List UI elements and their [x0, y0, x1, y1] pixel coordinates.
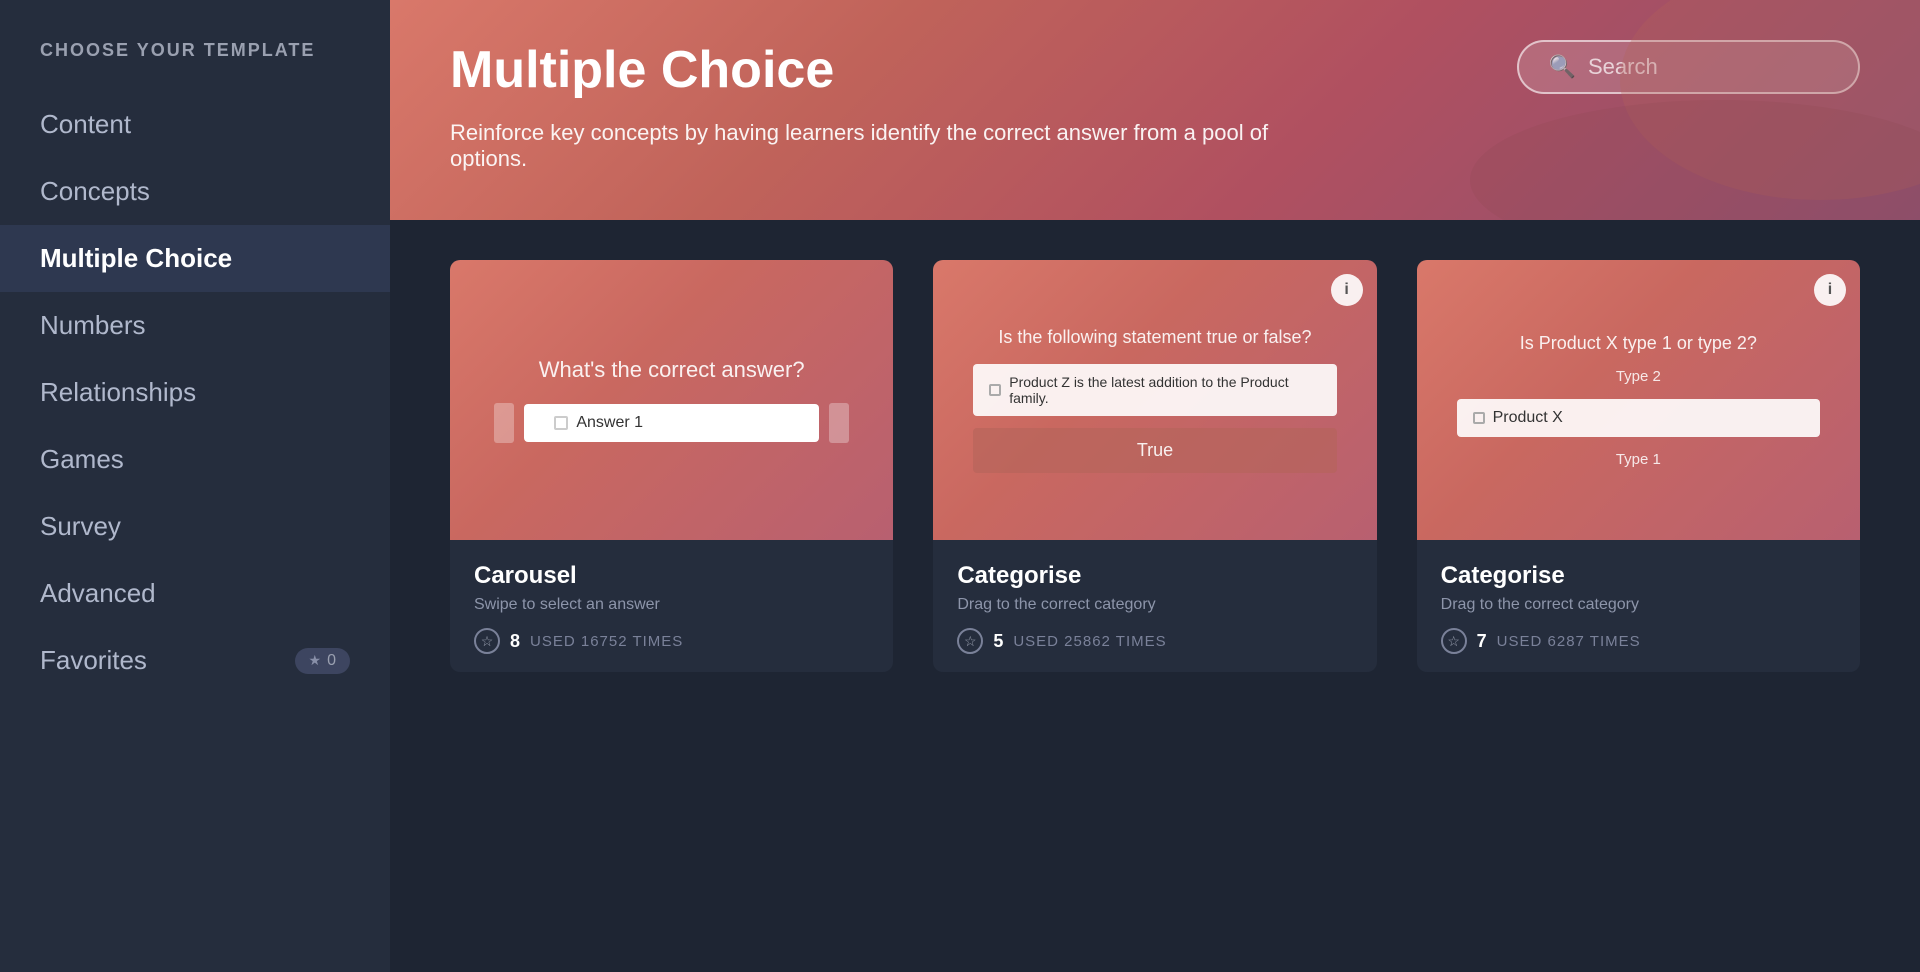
template-grid-area: What's the correct answer? Answer 1	[390, 220, 1920, 972]
card-meta: ☆ 5 USED 25862 TIMES	[957, 628, 1352, 654]
cat2-type2-label: Type 2	[1457, 368, 1821, 385]
card-preview-carousel: What's the correct answer? Answer 1	[450, 260, 893, 540]
card-meta: ☆ 8 USED 16752 TIMES	[474, 628, 869, 654]
sidebar-item-content[interactable]: Content	[0, 91, 390, 158]
sidebar-item-label: Numbers	[40, 310, 145, 341]
sidebar-item-favorites[interactable]: Favorites ★ 0	[0, 627, 390, 694]
card-title: Carousel	[474, 562, 869, 590]
search-box[interactable]: 🔍	[1517, 40, 1860, 94]
sidebar-item-survey[interactable]: Survey	[0, 493, 390, 560]
cat-true-button: True	[973, 428, 1337, 473]
cat-card-icon	[989, 384, 1001, 396]
card-meta: ☆ 7 USED 6287 TIMES	[1441, 628, 1836, 654]
carousel-next-btn	[829, 403, 849, 443]
card-subtitle: Swipe to select an answer	[474, 596, 869, 614]
template-card-carousel[interactable]: What's the correct answer? Answer 1	[450, 260, 893, 672]
categorise2-preview-content: Is Product X type 1 or type 2? Type 2 Pr…	[1457, 333, 1821, 468]
sidebar-item-label: Multiple Choice	[40, 243, 232, 274]
rating-number: 7	[1477, 631, 1487, 652]
used-times: USED 6287 TIMES	[1497, 633, 1641, 650]
favorites-count: 0	[327, 652, 336, 670]
carousel-question: What's the correct answer?	[539, 357, 805, 383]
favorites-badge: ★ 0	[295, 648, 350, 674]
cat-question: Is the following statement true or false…	[998, 327, 1311, 348]
categorise-preview-content: Is the following statement true or false…	[973, 327, 1337, 473]
sidebar-item-label: Survey	[40, 511, 121, 542]
sidebar-item-relationships[interactable]: Relationships	[0, 359, 390, 426]
info-button[interactable]: i	[1814, 274, 1846, 306]
sidebar-item-label: Relationships	[40, 377, 196, 408]
cat2-card-icon	[1473, 412, 1485, 424]
search-icon: 🔍	[1549, 54, 1576, 80]
carousel-preview-content: What's the correct answer? Answer 1	[494, 357, 849, 443]
sidebar-item-games[interactable]: Games	[0, 426, 390, 493]
sidebar-item-advanced[interactable]: Advanced	[0, 560, 390, 627]
cat2-product-btn: Product X	[1457, 399, 1821, 437]
sidebar-item-label: Games	[40, 444, 124, 475]
carousel-radio	[554, 416, 568, 430]
sidebar-item-multiple-choice[interactable]: Multiple Choice	[0, 225, 390, 292]
star-rating-icon: ☆	[1441, 628, 1467, 654]
card-grid: What's the correct answer? Answer 1	[450, 260, 1860, 672]
used-times: USED 25862 TIMES	[1013, 633, 1166, 650]
star-rating-icon: ☆	[957, 628, 983, 654]
rating-number: 5	[993, 631, 1003, 652]
sidebar-item-label: Content	[40, 109, 131, 140]
page-title: Multiple Choice	[450, 40, 1350, 100]
sidebar-item-label: Concepts	[40, 176, 150, 207]
main-header: Multiple Choice Reinforce key concepts b…	[390, 0, 1920, 220]
star-rating-icon: ☆	[474, 628, 500, 654]
carousel-answer-row: Answer 1	[494, 403, 849, 443]
cat2-question: Is Product X type 1 or type 2?	[1520, 333, 1757, 354]
card-info-categorise1: Categorise Drag to the correct category …	[933, 540, 1376, 672]
cat2-type1-label: Type 1	[1457, 451, 1821, 468]
card-title: Categorise	[957, 562, 1352, 590]
sidebar: CHOOSE YOUR TEMPLATE Content Concepts Mu…	[0, 0, 390, 972]
sidebar-item-label: Favorites	[40, 645, 147, 676]
page-description: Reinforce key concepts by having learner…	[450, 120, 1350, 172]
main-content: Multiple Choice Reinforce key concepts b…	[390, 0, 1920, 972]
sidebar-item-concepts[interactable]: Concepts	[0, 158, 390, 225]
card-title: Categorise	[1441, 562, 1836, 590]
card-preview-categorise1: i Is the following statement true or fal…	[933, 260, 1376, 540]
card-subtitle: Drag to the correct category	[957, 596, 1352, 614]
info-button[interactable]: i	[1331, 274, 1363, 306]
rating-number: 8	[510, 631, 520, 652]
star-filled-icon: ★	[309, 652, 322, 669]
card-preview-categorise2: i Is Product X type 1 or type 2? Type 2 …	[1417, 260, 1860, 540]
search-input[interactable]	[1588, 54, 1828, 80]
template-card-categorise-2[interactable]: i Is Product X type 1 or type 2? Type 2 …	[1417, 260, 1860, 672]
sidebar-header: CHOOSE YOUR TEMPLATE	[0, 40, 390, 91]
header-text-group: Multiple Choice Reinforce key concepts b…	[450, 40, 1350, 172]
card-info-carousel: Carousel Swipe to select an answer ☆ 8 U…	[450, 540, 893, 672]
carousel-answer-btn: Answer 1	[524, 404, 819, 442]
template-card-categorise-1[interactable]: i Is the following statement true or fal…	[933, 260, 1376, 672]
card-subtitle: Drag to the correct category	[1441, 596, 1836, 614]
used-times: USED 16752 TIMES	[530, 633, 683, 650]
sidebar-item-label: Advanced	[40, 578, 156, 609]
cat-statement-card: Product Z is the latest addition to the …	[973, 364, 1337, 416]
sidebar-item-numbers[interactable]: Numbers	[0, 292, 390, 359]
card-info-categorise2: Categorise Drag to the correct category …	[1417, 540, 1860, 672]
carousel-prev-btn	[494, 403, 514, 443]
